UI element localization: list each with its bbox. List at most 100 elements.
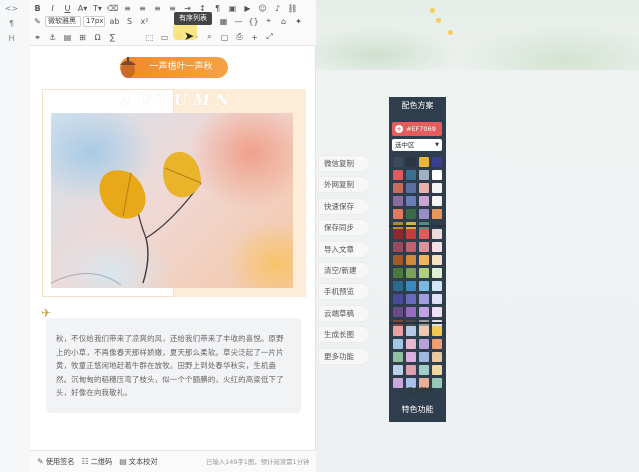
color-swatch[interactable] — [406, 170, 416, 180]
video-icon[interactable]: ▶ — [240, 2, 255, 14]
link-icon[interactable]: ⛓ — [285, 2, 300, 14]
add-icon[interactable]: + — [247, 31, 262, 43]
color-swatch[interactable] — [393, 242, 403, 252]
color-swatch[interactable] — [406, 294, 416, 304]
align-left-icon[interactable]: ≡ — [120, 2, 135, 14]
bold-icon[interactable]: B — [30, 2, 45, 14]
article-body-card[interactable]: 秋，不仅给我们带来了凉爽的风，还给我们带来了丰收的喜悦。原野上的小草，不再像春天… — [46, 318, 301, 413]
color-swatch[interactable] — [432, 307, 442, 317]
color-swatch[interactable] — [432, 196, 442, 206]
color-swatch[interactable] — [406, 183, 416, 193]
color-swatch[interactable] — [432, 281, 442, 291]
clear-format-icon[interactable]: ⌫ — [105, 2, 120, 14]
color-swatch[interactable] — [419, 196, 429, 206]
horizontal-rule-icon[interactable]: — — [231, 15, 246, 27]
color-swatch[interactable] — [406, 209, 416, 219]
quick-save-button[interactable]: 快速保存 — [318, 197, 370, 215]
table-icon[interactable]: ▦ — [216, 15, 231, 27]
color-swatch[interactable] — [419, 255, 429, 265]
font-size-select[interactable]: 17px — [83, 15, 105, 27]
superscript-icon[interactable]: x² — [137, 15, 152, 27]
color-swatch[interactable] — [393, 294, 403, 304]
font-family-select[interactable]: 微软雅黑 — [45, 15, 81, 27]
color-swatch[interactable] — [432, 326, 442, 336]
more-features-button[interactable]: 更多功能 — [318, 347, 370, 365]
color-swatch[interactable] — [393, 339, 403, 349]
select-all-icon[interactable]: ⬚ — [142, 31, 157, 43]
color-swatch[interactable] — [393, 255, 403, 265]
font-color-icon[interactable]: A▾ — [75, 2, 90, 14]
cloud-draft-button[interactable]: 云端草稿 — [318, 304, 370, 322]
music-icon[interactable]: ♪ — [270, 2, 285, 14]
color-swatch[interactable] — [432, 365, 442, 375]
formula-icon[interactable]: ∑ — [105, 31, 120, 43]
template-icon[interactable]: ▤ — [60, 31, 75, 43]
underline-icon[interactable]: U — [60, 2, 75, 14]
qrcode-button[interactable]: ☷ 二维码 — [81, 457, 112, 467]
letter-spacing-icon[interactable]: ab — [107, 15, 122, 27]
link-add-icon[interactable]: ⚭ — [30, 31, 45, 43]
align-center-icon[interactable]: ≡ — [135, 2, 150, 14]
color-swatch[interactable] — [393, 281, 403, 291]
external-copy-button[interactable]: 外网复制 — [318, 176, 370, 194]
color-swatch[interactable] — [419, 294, 429, 304]
color-swatch[interactable] — [419, 339, 429, 349]
color-swatch[interactable] — [419, 183, 429, 193]
color-swatch[interactable] — [432, 294, 442, 304]
color-swatch[interactable] — [393, 307, 403, 317]
color-swatch[interactable] — [393, 352, 403, 362]
format-icon[interactable]: ¶ — [4, 17, 19, 29]
tag-icon[interactable]: ⌂ — [276, 15, 291, 27]
strike-icon[interactable]: S — [122, 15, 137, 27]
preview-icon[interactable]: ▢ — [217, 31, 232, 43]
color-swatch[interactable] — [393, 183, 403, 193]
frame-icon[interactable]: ▭ — [157, 31, 172, 43]
color-swatch[interactable] — [406, 307, 416, 317]
color-swatch[interactable] — [406, 326, 416, 336]
color-swatch[interactable] — [393, 209, 403, 219]
more-colors-button[interactable]: ▾ 更多配色 — [389, 384, 446, 394]
autumn-leaves-photo[interactable] — [51, 113, 293, 288]
signature-button[interactable]: ✎ 使用签名 — [37, 457, 74, 467]
color-swatch[interactable] — [419, 268, 429, 278]
color-swatch[interactable] — [393, 268, 403, 278]
color-swatch[interactable] — [419, 281, 429, 291]
color-swatch[interactable] — [393, 196, 403, 206]
map-icon[interactable]: ⌖ — [261, 15, 276, 27]
color-swatch[interactable] — [419, 307, 429, 317]
color-swatch[interactable] — [432, 229, 442, 239]
clear-new-button[interactable]: 清空/新建 — [318, 261, 370, 279]
color-swatch[interactable] — [406, 229, 416, 239]
special-char-icon[interactable]: Ω — [90, 31, 105, 43]
color-swatch[interactable] — [432, 183, 442, 193]
code-icon[interactable]: {} — [246, 15, 261, 27]
color-swatch[interactable] — [406, 268, 416, 278]
color-swatch[interactable] — [432, 242, 442, 252]
align-right-icon[interactable]: ≡ — [150, 2, 165, 14]
color-target-select[interactable]: 选中区 ▼ — [392, 139, 442, 151]
color-swatch[interactable] — [406, 339, 416, 349]
color-swatch[interactable] — [406, 352, 416, 362]
text-bg-icon[interactable]: T▾ — [90, 2, 105, 14]
anchor-icon[interactable]: ⚓ — [45, 31, 60, 43]
emoji-icon[interactable]: ☺ — [255, 2, 270, 14]
color-swatch[interactable] — [406, 242, 416, 252]
color-swatch[interactable] — [419, 365, 429, 375]
image-icon[interactable]: ▣ — [225, 2, 240, 14]
proofread-button[interactable]: ▤ 文本校对 — [119, 457, 157, 467]
feature-button[interactable]: 特色功能 — [389, 404, 446, 415]
color-swatch[interactable] — [419, 157, 429, 167]
print-icon[interactable]: ⎙ — [232, 31, 247, 43]
fullscreen-icon[interactable]: ⤢ — [262, 31, 277, 43]
color-swatch[interactable] — [419, 229, 429, 239]
search-icon[interactable]: ⌕ — [202, 31, 217, 43]
color-swatch[interactable] — [432, 268, 442, 278]
color-swatch[interactable] — [406, 255, 416, 265]
color-swatch[interactable] — [419, 352, 429, 362]
color-swatch[interactable] — [419, 326, 429, 336]
wechat-copy-button[interactable]: 微信复制 — [318, 155, 370, 172]
color-swatch[interactable] — [393, 157, 403, 167]
color-swatch[interactable] — [419, 170, 429, 180]
color-swatch[interactable] — [406, 157, 416, 167]
color-swatch[interactable] — [393, 170, 403, 180]
